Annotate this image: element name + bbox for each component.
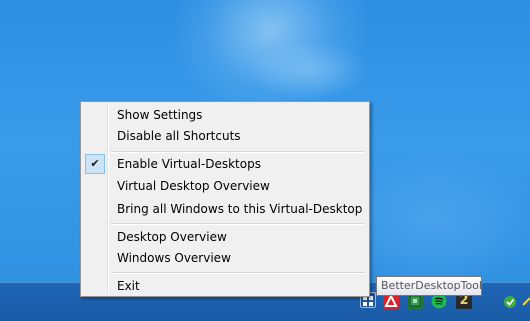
menu-item-show-settings[interactable]: Show Settings [83, 105, 367, 125]
signal-icon [522, 297, 530, 306]
menu-item-virtual-desktop-overview[interactable]: Virtual Desktop Overview [83, 176, 367, 196]
menu-item-label: Desktop Overview [117, 230, 227, 244]
tray-tooltip: BetterDesktopTool [376, 276, 482, 296]
menu-item-label: Disable all Shortcuts [117, 129, 241, 143]
network-tray-icon[interactable] [522, 293, 530, 309]
menu-separator [111, 272, 365, 274]
menu-separator [111, 151, 365, 153]
menu-item-disable-all-shortcuts[interactable]: Disable all Shortcuts [83, 126, 367, 146]
tray-context-menu: Show Settings Disable all Shortcuts ✔ En… [80, 101, 370, 297]
menu-item-exit[interactable]: Exit [83, 276, 367, 296]
menu-item-label: Enable Virtual-Desktops [117, 157, 261, 171]
menu-separator [111, 223, 365, 225]
checkmark-icon: ✔ [85, 154, 105, 174]
menu-item-label: Show Settings [117, 108, 203, 122]
security-check-tray-icon[interactable] [502, 293, 518, 309]
menu-item-bring-all-windows[interactable]: Bring all Windows to this Virtual-Deskto… [83, 199, 367, 219]
menu-item-label: Windows Overview [117, 251, 231, 265]
menu-item-desktop-overview[interactable]: Desktop Overview [83, 227, 367, 247]
menu-item-enable-virtual-desktops[interactable]: ✔ Enable Virtual-Desktops [83, 154, 367, 174]
wallpaper-glow [250, 40, 370, 100]
menu-item-windows-overview[interactable]: Windows Overview [83, 248, 367, 268]
menu-item-label: Exit [117, 279, 140, 293]
check-shield-icon [504, 296, 516, 308]
menu-item-label: Bring all Windows to this Virtual-Deskto… [117, 202, 363, 216]
menu-item-label: Virtual Desktop Overview [117, 179, 270, 193]
